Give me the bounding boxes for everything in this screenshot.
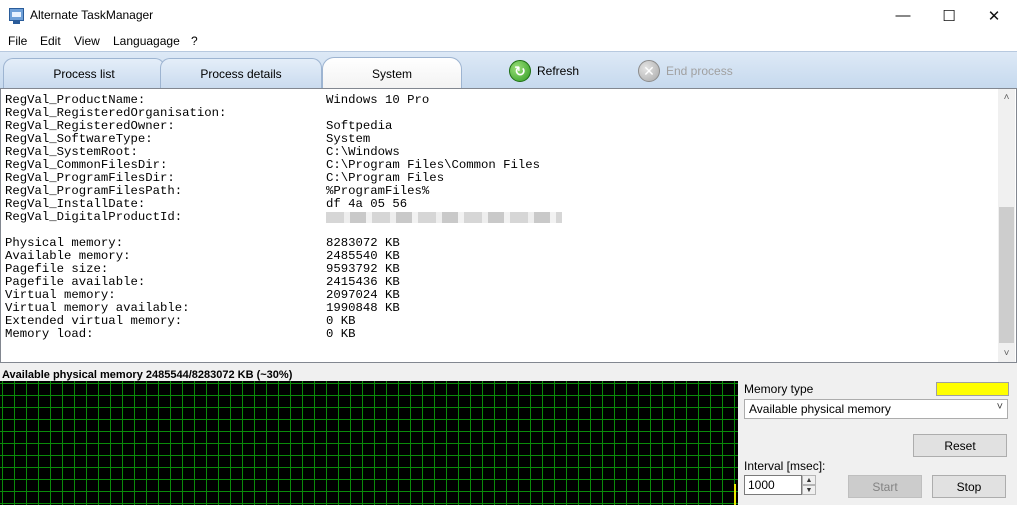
menu-bar: File Edit View Languagage ? — [0, 31, 1017, 51]
info-row: Pagefile available: 2415436 KB — [5, 276, 995, 289]
stop-button[interactable]: Stop — [932, 475, 1006, 498]
info-key: Memory load: — [5, 327, 94, 341]
info-row: Extended virtual memory: 0 KB — [5, 315, 995, 328]
interval-stepper[interactable]: ▲ ▼ — [802, 475, 816, 495]
stepper-up-icon[interactable]: ▲ — [802, 475, 816, 485]
app-monitor-icon — [9, 8, 24, 24]
toolbar: Process list Process details System ↻ Re… — [0, 51, 1017, 90]
info-row: RegVal_DigitalProductId: — [5, 211, 995, 224]
memory-graph-line — [734, 484, 736, 505]
tab-system[interactable]: System — [322, 57, 462, 90]
end-process-icon: ✕ — [638, 60, 660, 82]
refresh-icon: ↻ — [509, 60, 531, 82]
redacted-value — [326, 212, 562, 223]
menu-edit[interactable]: Edit — [40, 34, 61, 48]
info-row: Memory load: 0 KB — [5, 328, 995, 341]
tab-process-list[interactable]: Process list — [3, 58, 165, 89]
chevron-down-icon: ˅ — [996, 401, 1003, 413]
interval-input[interactable]: 1000 — [744, 475, 802, 495]
end-process-button[interactable]: ✕ End process — [638, 59, 733, 83]
menu-language[interactable]: Languagage — [113, 34, 180, 48]
scrollbar-thumb[interactable] — [999, 207, 1014, 343]
refresh-button[interactable]: ↻ Refresh — [509, 59, 579, 83]
info-row: RegVal_SoftwareType: System — [5, 133, 995, 146]
reset-button[interactable]: Reset — [913, 434, 1007, 457]
system-info-text: RegVal_ProductName: Windows 10 Pro RegVal_… — [5, 94, 995, 358]
system-info-panel[interactable]: RegVal_ProductName: Windows 10 Pro RegVal_… — [0, 88, 1017, 363]
menu-help[interactable]: ? — [191, 34, 198, 48]
start-button[interactable]: Start — [848, 475, 922, 498]
interval-label: Interval [msec]: — [744, 459, 826, 473]
tab-process-details[interactable]: Process details — [160, 58, 322, 89]
info-row: Available memory: 2485540 KB — [5, 250, 995, 263]
stepper-down-icon[interactable]: ▼ — [802, 485, 816, 495]
memory-type-select[interactable]: Available physical memory ˅ — [744, 399, 1008, 419]
end-process-label: End process — [666, 64, 733, 78]
scroll-down-icon[interactable]: ˅ — [998, 345, 1015, 362]
info-row: Physical memory: 8283072 KB — [5, 237, 995, 250]
info-row: RegVal_RegisteredOwner: Softpedia — [5, 120, 995, 133]
menu-view[interactable]: View — [74, 34, 100, 48]
info-row: RegVal_ProgramFilesPath: %ProgramFiles% — [5, 185, 995, 198]
memory-type-selected: Available physical memory — [749, 402, 891, 416]
minimize-button[interactable]: — — [880, 0, 926, 31]
info-row: Pagefile size: 9593792 KB — [5, 263, 995, 276]
menu-file[interactable]: File — [8, 34, 27, 48]
info-key: RegVal_DigitalProductId: — [5, 210, 183, 224]
window-title: Alternate TaskManager — [30, 8, 154, 22]
refresh-label: Refresh — [537, 64, 580, 78]
memory-type-label: Memory type — [744, 382, 814, 396]
scroll-up-icon[interactable]: ˄ — [998, 89, 1015, 106]
title-bar: Alternate TaskManager — ☐ ✕ — [0, 0, 1017, 32]
close-button[interactable]: ✕ — [971, 0, 1017, 31]
maximize-button[interactable]: ☐ — [926, 0, 972, 31]
vertical-scrollbar[interactable]: ˄ ˅ — [998, 89, 1015, 362]
info-value: Windows 10 Pro — [326, 94, 430, 107]
info-value: df 4a 05 56 — [326, 197, 408, 211]
info-value: 0 KB — [326, 327, 356, 341]
graph-title: Available physical memory 2485544/828307… — [2, 369, 293, 381]
memory-type-color-swatch[interactable] — [936, 382, 1009, 396]
memory-graph — [0, 381, 738, 505]
